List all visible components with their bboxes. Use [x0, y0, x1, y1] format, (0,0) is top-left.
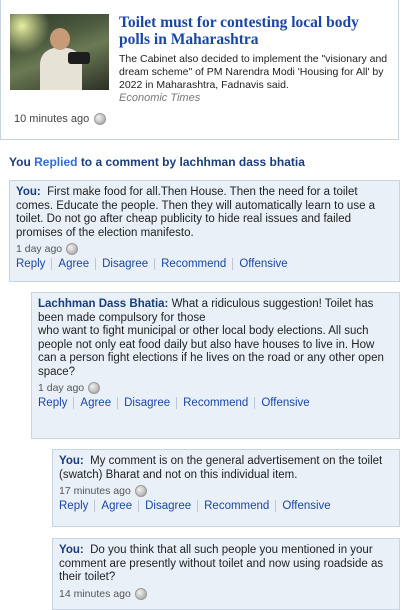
reply-button[interactable]: Reply	[59, 500, 94, 512]
news-source: Economic Times	[119, 92, 201, 104]
activity-heading: You Replied to a comment by lachhman das…	[9, 155, 305, 169]
comment-timestamp: 14 minutes ago	[59, 587, 393, 600]
comment-time-text: 14 minutes ago	[59, 587, 131, 600]
recommend-button[interactable]: Recommend	[176, 397, 254, 409]
comment-author[interactable]: You:	[59, 544, 84, 556]
agree-button[interactable]: Agree	[94, 500, 138, 512]
activity-text: to a comment by	[80, 155, 177, 169]
offensive-button[interactable]: Offensive	[275, 500, 336, 512]
comment-text: My comment is on the general advertiseme…	[59, 455, 383, 481]
comment-timestamp: 17 minutes ago	[59, 485, 393, 497]
activity-you: You	[9, 155, 31, 169]
activity-user-link[interactable]: lachhman dass bhatia	[180, 155, 305, 169]
globe-icon	[94, 113, 107, 125]
comment-author[interactable]: Lachhman Dass Bhatia:	[38, 298, 168, 310]
offensive-button[interactable]: Offensive	[232, 258, 293, 270]
agree-button[interactable]: Agree	[51, 258, 95, 270]
globe-icon	[134, 485, 147, 497]
recommend-button[interactable]: Recommend	[197, 500, 275, 512]
comment-box: You: My comment is on the general advert…	[52, 449, 400, 527]
news-summary: The Cabinet also decided to implement th…	[119, 53, 388, 91]
comment-actions: Reply Agree Disagree Recommend Offensive	[16, 258, 393, 270]
comment-body: You: My comment is on the general advert…	[59, 455, 393, 482]
comment-text: First make food for all.Then House. Then…	[16, 186, 376, 239]
news-headline-link[interactable]: Toilet must for contesting local body po…	[119, 14, 389, 48]
activity-replied: Replied	[34, 155, 78, 169]
globe-icon	[88, 382, 101, 394]
offensive-button[interactable]: Offensive	[254, 397, 315, 409]
globe-icon	[134, 587, 147, 600]
comment-body: You: Do you think that all such people y…	[59, 544, 393, 585]
comment-timestamp: 1 day ago	[38, 382, 393, 394]
comment-time-text: 1 day ago	[38, 382, 85, 394]
disagree-button[interactable]: Disagree	[138, 500, 197, 512]
comment-author[interactable]: You:	[16, 186, 41, 198]
reply-button[interactable]: Reply	[16, 258, 51, 270]
comment-box: You: First make food for all.Then House.…	[9, 180, 400, 282]
news-time-text: 10 minutes ago	[14, 113, 90, 125]
reply-button[interactable]: Reply	[38, 397, 73, 409]
comment-actions: Reply Agree Disagree Recommend Offensive	[59, 500, 393, 512]
disagree-button[interactable]: Disagree	[95, 258, 154, 270]
news-thumbnail-image[interactable]	[10, 14, 109, 90]
comment-actions: Reply Agree Disagree Recommend Offensive	[38, 397, 393, 409]
comment-time-text: 1 day ago	[16, 243, 63, 255]
globe-icon	[66, 243, 79, 255]
comment-text: Do you think that all such people you me…	[59, 544, 384, 583]
comment-body: Lachhman Dass Bhatia: What a ridiculous …	[38, 298, 393, 379]
agree-button[interactable]: Agree	[73, 397, 117, 409]
comment-author[interactable]: You:	[59, 455, 84, 467]
recommend-button[interactable]: Recommend	[154, 258, 232, 270]
comment-box: You: Do you think that all such people y…	[52, 538, 400, 610]
comment-time-text: 17 minutes ago	[59, 485, 131, 497]
disagree-button[interactable]: Disagree	[117, 397, 176, 409]
comment-timestamp: 1 day ago	[16, 243, 393, 255]
comment-box: Lachhman Dass Bhatia: What a ridiculous …	[31, 292, 400, 439]
news-timestamp: 10 minutes ago	[14, 113, 107, 125]
comment-body: You: First make food for all.Then House.…	[16, 186, 393, 240]
